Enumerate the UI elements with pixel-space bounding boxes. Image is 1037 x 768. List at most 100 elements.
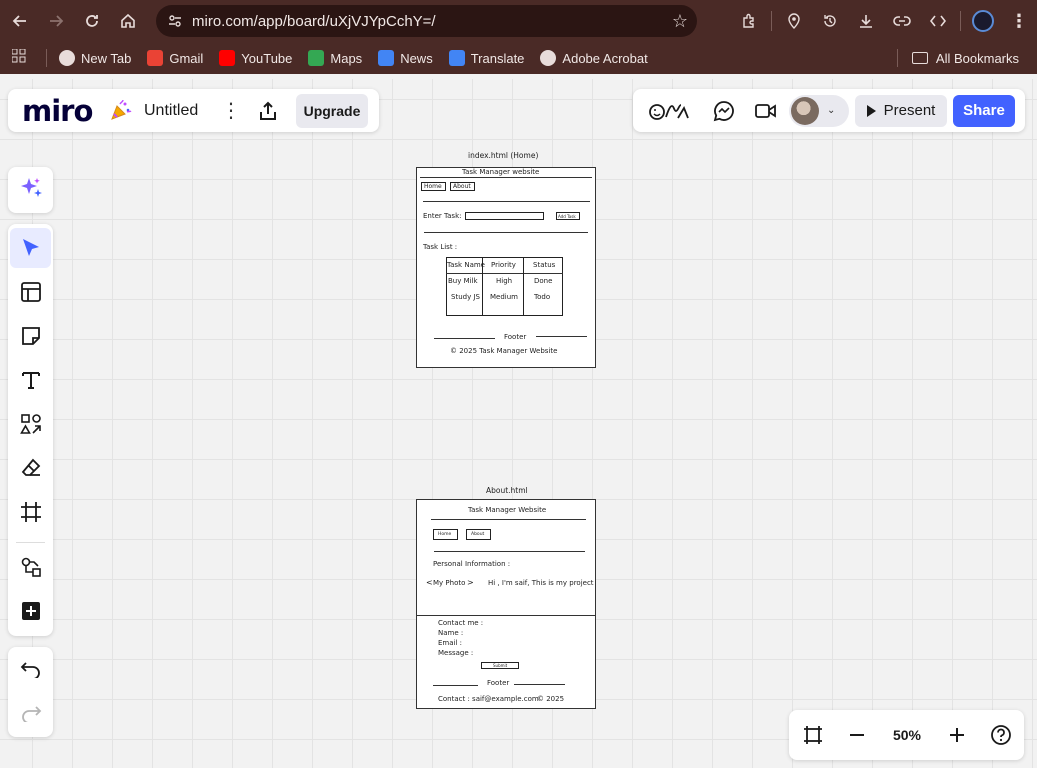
sticky-note-tool[interactable] xyxy=(10,316,51,356)
help-icon[interactable] xyxy=(979,713,1023,757)
photo-arrow-left-icon: < xyxy=(426,578,433,587)
reactions-icon[interactable] xyxy=(645,93,695,129)
redo-icon[interactable] xyxy=(10,693,51,733)
code-icon[interactable] xyxy=(920,3,956,39)
zoom-out-icon[interactable] xyxy=(835,713,879,757)
download-icon[interactable] xyxy=(848,3,884,39)
diagram-tool[interactable] xyxy=(10,547,51,587)
bookmark-label: News xyxy=(400,50,433,66)
all-bookmarks-label: All Bookmarks xyxy=(935,50,1019,66)
history-toolbar xyxy=(8,647,53,737)
nav-home-label: Home xyxy=(438,532,452,537)
bookmark-new-tab[interactable]: New Tab xyxy=(59,50,131,66)
export-icon[interactable] xyxy=(250,93,286,129)
board-menu-icon[interactable]: ⋮ xyxy=(216,98,246,123)
history-icon[interactable] xyxy=(812,3,848,39)
divider xyxy=(46,49,47,67)
site-info-icon[interactable] xyxy=(160,14,190,28)
divider xyxy=(771,11,772,31)
add-task-label: Add Task xyxy=(558,214,576,219)
select-tool[interactable] xyxy=(10,228,51,268)
play-icon xyxy=(866,104,876,117)
undo-icon[interactable] xyxy=(10,649,51,689)
table-header-cell: Task Name xyxy=(447,261,485,269)
maps-icon xyxy=(308,50,325,66)
extensions-icon[interactable] xyxy=(731,3,767,39)
about-year: © 2025 xyxy=(537,695,565,703)
bookmark-news[interactable]: News xyxy=(378,50,433,66)
divider xyxy=(16,542,45,543)
location-icon[interactable] xyxy=(776,3,812,39)
browser-toolbar: miro.com/app/board/uXjVJYpCchY=/ ☆ ⋮ xyxy=(0,0,1037,42)
submit-sketch: Submit xyxy=(481,662,519,669)
globe-icon xyxy=(59,50,75,66)
message-label: Message : xyxy=(438,649,474,657)
about-footer-label: Footer xyxy=(487,679,510,687)
table-col-line xyxy=(523,257,524,316)
video-call-icon[interactable] xyxy=(745,93,787,129)
chevron-down-icon[interactable]: ⌄ xyxy=(827,105,835,116)
task-list-label: Task List : xyxy=(423,243,458,251)
eraser-tool[interactable] xyxy=(10,448,51,488)
table-cell: Done xyxy=(534,277,553,285)
menu-kebab-icon[interactable]: ⋮ xyxy=(1001,3,1037,39)
table-cell: Study JS xyxy=(451,293,480,301)
present-label: Present xyxy=(883,102,936,119)
party-popper-icon[interactable] xyxy=(108,99,132,123)
divider xyxy=(431,519,586,520)
table-cell: Medium xyxy=(490,293,518,301)
my-photo-label: My Photo xyxy=(433,579,466,587)
footer-line-left xyxy=(433,685,478,686)
back-arrow-icon[interactable] xyxy=(2,3,38,39)
bookmark-youtube[interactable]: YouTube xyxy=(219,50,292,66)
submit-label: Submit xyxy=(493,663,508,668)
bookmark-maps[interactable]: Maps xyxy=(308,50,362,66)
text-tool[interactable] xyxy=(10,360,51,400)
task-input-sketch xyxy=(465,212,544,220)
nav-home-label: Home xyxy=(424,183,442,190)
user-avatar[interactable] xyxy=(791,96,819,125)
bookmark-adobe-acrobat[interactable]: Adobe Acrobat xyxy=(540,50,648,66)
frame-tool[interactable] xyxy=(10,492,51,532)
board-title[interactable]: Untitled xyxy=(144,102,216,120)
gmail-icon xyxy=(147,50,164,66)
more-apps-tool[interactable] xyxy=(10,591,51,631)
about-wireframe-caption: About.html xyxy=(486,486,528,495)
divider xyxy=(420,177,592,178)
apps-grid-icon[interactable] xyxy=(11,48,36,68)
nav-about-label: About xyxy=(471,532,485,537)
table-header-cell: Priority xyxy=(491,261,516,269)
link-icon[interactable] xyxy=(884,3,920,39)
table-cell: Todo xyxy=(534,293,551,301)
comments-icon[interactable] xyxy=(703,93,745,129)
home-icon[interactable] xyxy=(110,3,146,39)
zoom-in-icon[interactable] xyxy=(935,713,979,757)
present-button[interactable]: Present xyxy=(855,94,947,127)
miro-logo[interactable]: miro xyxy=(22,94,96,128)
forward-arrow-icon[interactable] xyxy=(38,3,74,39)
upgrade-button[interactable]: Upgrade xyxy=(296,93,368,128)
about-header: Task Manager Website xyxy=(468,506,547,514)
bookmark-star-icon[interactable]: ☆ xyxy=(663,11,697,32)
all-bookmarks[interactable]: All Bookmarks xyxy=(896,42,1019,74)
zoom-level[interactable]: 50% xyxy=(879,727,935,743)
bookmark-label: Adobe Acrobat xyxy=(562,50,648,66)
profile-avatar[interactable] xyxy=(965,3,1001,39)
footer-line-right xyxy=(514,684,565,685)
collaborators-menu[interactable]: ⌄ xyxy=(789,94,849,127)
photo-arrow-right-icon: > xyxy=(467,578,474,587)
table-cell: Buy Milk xyxy=(448,277,478,285)
bookmark-translate[interactable]: Translate xyxy=(448,50,524,66)
templates-tool[interactable] xyxy=(10,272,51,312)
reload-icon[interactable] xyxy=(74,3,110,39)
share-button[interactable]: Share xyxy=(953,94,1015,127)
divider xyxy=(416,615,596,616)
home-header: Task Manager website xyxy=(462,168,540,176)
youtube-icon xyxy=(219,50,236,66)
shapes-tool[interactable] xyxy=(10,404,51,444)
address-bar[interactable]: miro.com/app/board/uXjVJYpCchY=/ ☆ xyxy=(156,5,697,37)
ai-assist-button[interactable] xyxy=(8,167,53,213)
fit-to-screen-icon[interactable] xyxy=(791,713,835,757)
bookmark-gmail[interactable]: Gmail xyxy=(147,50,203,66)
bookmark-label: Gmail xyxy=(169,50,204,66)
